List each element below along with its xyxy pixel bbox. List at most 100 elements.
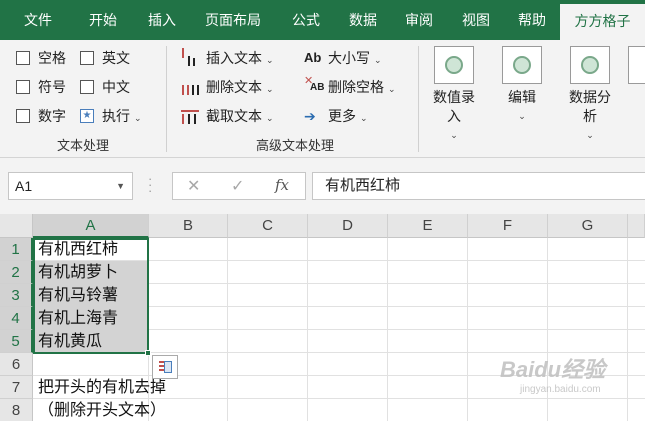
case-icon: Ab [304, 50, 322, 65]
insert-text-label: 插入文本 ⌄ [206, 50, 274, 66]
checkbox-english[interactable]: 英文 [80, 46, 140, 70]
tab-help[interactable]: 帮助 [508, 0, 556, 40]
chevron-down-icon: ⌄ [266, 113, 274, 123]
delete-text-button[interactable]: 删除文本 ⌄ [180, 75, 290, 99]
case-button[interactable]: Ab 大小写 ⌄ [304, 46, 404, 70]
more-button[interactable]: ➔ 更多 ⌄ [304, 104, 404, 128]
formula-input[interactable]: 有机西红柿 [312, 172, 645, 200]
chevron-down-icon: ⌄ [374, 55, 382, 65]
value-entry-button[interactable]: 数值录入 ⌄ [428, 46, 480, 145]
chevron-down-icon: ⌄ [586, 130, 594, 140]
tab-file[interactable]: 文件 [6, 0, 70, 40]
tab-fangfanggezi[interactable]: 方方格子 [560, 4, 645, 40]
delete-spaces-button[interactable]: ✕ AB 删除空格 ⌄ [304, 75, 414, 99]
next-ribbon-button[interactable] [628, 46, 645, 84]
chevron-down-icon: ⌄ [360, 113, 368, 123]
fill-handle[interactable] [145, 350, 151, 356]
tab-view[interactable]: 视图 [448, 0, 504, 40]
arrow-right-icon: ➔ [304, 108, 316, 124]
cell-a3[interactable]: 有机马铃薯 [38, 284, 118, 307]
value-entry-icon [434, 46, 474, 84]
value-entry-label: 数值录入 ⌄ [428, 88, 480, 145]
drag-handle-icon[interactable]: · · · [148, 172, 152, 197]
formula-buttons: ✕ ✓ fx [172, 172, 306, 200]
cell-a7[interactable]: 把开头的有机去掉 [38, 376, 166, 399]
row-header-5[interactable]: 5 [0, 330, 33, 353]
cell-a5[interactable]: 有机黄瓜 [38, 330, 102, 353]
checkbox-box[interactable] [80, 80, 94, 94]
chevron-down-icon[interactable]: ▼ [116, 173, 125, 199]
select-all-corner[interactable] [0, 214, 33, 238]
data-analysis-label: 数据分析 ⌄ [564, 88, 616, 145]
tab-insert[interactable]: 插入 [134, 0, 190, 40]
delete-text-icon [180, 75, 202, 99]
delete-text-label: 删除文本 ⌄ [206, 79, 274, 95]
checkbox-symbol[interactable]: 符号 [16, 75, 76, 99]
checkbox-box[interactable] [80, 51, 94, 65]
row-header-8[interactable]: 8 [0, 399, 33, 421]
checkbox-box[interactable] [16, 80, 30, 94]
baidu-watermark: Baidu经验 jingyan.baidu.com [500, 357, 606, 395]
quick-analysis-icon[interactable] [152, 355, 178, 379]
chevron-down-icon: ⌄ [266, 55, 274, 65]
column-header-c[interactable]: C [228, 214, 308, 238]
chevron-down-icon: ⌄ [134, 113, 142, 123]
insert-function-icon[interactable]: fx [275, 176, 289, 194]
cell-a2[interactable]: 有机胡萝卜 [38, 261, 118, 284]
column-header-f[interactable]: F [468, 214, 548, 238]
checkbox-chinese[interactable]: 中文 [80, 75, 140, 99]
group-label-text-processing: 文本处理 [56, 138, 109, 153]
tab-formulas[interactable]: 公式 [278, 0, 334, 40]
chevron-down-icon: ⌄ [518, 111, 526, 121]
group-divider [166, 46, 167, 152]
checkbox-space[interactable]: 空格 [16, 46, 76, 70]
name-box[interactable]: A1 ▼ [8, 172, 133, 200]
cell-a8[interactable]: （删除开头文本） [38, 399, 166, 421]
extract-text-label: 截取文本 ⌄ [206, 108, 274, 124]
checkbox-box[interactable] [16, 51, 30, 65]
cancel-icon[interactable]: ✕ [187, 176, 200, 196]
more-label: 更多 ⌄ [328, 108, 368, 124]
tab-review[interactable]: 审阅 [394, 0, 444, 40]
edit-button[interactable]: 编辑 ⌄ [498, 46, 546, 126]
tab-page-layout[interactable]: 页面布局 [194, 0, 272, 40]
checkbox-label: 中文 [102, 79, 130, 95]
cell-a1[interactable]: 有机西红柿 [38, 238, 118, 261]
column-header-a[interactable]: A [33, 214, 149, 238]
delete-spaces-icon: ✕ AB [304, 75, 325, 93]
row-header-1[interactable]: 1 [0, 238, 33, 261]
checkbox-number[interactable]: 数字 [16, 104, 76, 128]
checkbox-label: 英文 [102, 50, 130, 66]
column-header-g[interactable]: G [548, 214, 628, 238]
group-divider [418, 46, 419, 152]
execute-label: 执行 ⌄ [102, 108, 142, 124]
row-header-4[interactable]: 4 [0, 307, 33, 330]
star-icon: ★ [80, 109, 94, 123]
column-header-e[interactable]: E [388, 214, 468, 238]
column-header-d[interactable]: D [308, 214, 388, 238]
ribbon-tab-bar: 文件 开始 插入 页面布局 公式 数据 审阅 视图 帮助 方方格子 [0, 0, 645, 40]
insert-text-button[interactable]: 插入文本 ⌄ [180, 46, 290, 70]
data-analysis-icon [570, 46, 610, 84]
next-ribbon-icon [628, 46, 645, 84]
extract-text-button[interactable]: 截取文本 ⌄ [180, 104, 290, 128]
row-header-6[interactable]: 6 [0, 353, 33, 376]
execute-button[interactable]: ★ 执行 ⌄ [80, 104, 156, 128]
checkbox-box[interactable] [16, 109, 30, 123]
cell-a4[interactable]: 有机上海青 [38, 307, 118, 330]
delete-spaces-label: 删除空格 ⌄ [328, 79, 396, 95]
ribbon-panel: 空格 英文 符号 中文 数字 ★ 执行 ⌄ 文本处理 插入文本 ⌄ 删除文本 ⌄ 截取… [0, 40, 645, 158]
row-header-7[interactable]: 7 [0, 376, 33, 399]
tab-home[interactable]: 开始 [74, 0, 132, 40]
confirm-icon[interactable]: ✓ [231, 176, 244, 196]
column-header-h[interactable] [628, 214, 645, 238]
chevron-down-icon: ⌄ [266, 84, 274, 94]
row-header-3[interactable]: 3 [0, 284, 33, 307]
row-header-2[interactable]: 2 [0, 261, 33, 284]
data-analysis-button[interactable]: 数据分析 ⌄ [564, 46, 616, 145]
chevron-down-icon: ⌄ [388, 84, 396, 94]
tab-data[interactable]: 数据 [336, 0, 390, 40]
edit-icon [502, 46, 542, 84]
column-header-b[interactable]: B [149, 214, 228, 238]
name-box-value: A1 [15, 178, 33, 194]
